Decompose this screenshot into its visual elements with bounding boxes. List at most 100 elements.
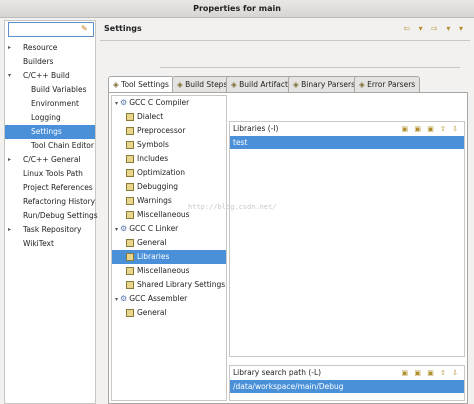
nav-item-run-debug-settings[interactable]: Run/Debug Settings [5,209,98,223]
option-category-icon [126,113,134,121]
tab-build-steps[interactable]: ◈ Build Steps [172,76,233,92]
tree-item-label: GCC C Linker [129,224,179,233]
nav-item-environment[interactable]: Environment [5,97,95,111]
tree-item-general[interactable]: General [112,306,226,320]
option-category-icon [126,267,134,275]
collapse-arrow-icon[interactable]: ▾ [115,226,118,233]
tree-item-label: Optimization [137,168,185,177]
tab-label: Tool Settings [121,80,169,89]
expand-arrow-icon[interactable]: ▸ [8,153,16,167]
tab-binary-parsers[interactable]: ◈ Binary Parsers [288,76,361,92]
tree-item-label: Symbols [137,140,169,149]
configuration-bar [160,50,460,68]
nav-item-tool-chain-editor[interactable]: Tool Chain Editor [5,139,95,153]
tree-item-miscellaneous[interactable]: Miscellaneous [112,264,226,278]
nav-item-c-c-general[interactable]: ▸ C/C++ General [5,153,95,167]
tree-item-label: General [137,238,167,247]
tree-item-label: Includes [137,154,169,163]
nav-item-label: Resource [23,43,58,52]
nav-item-label: Tool Chain Editor [31,141,94,150]
tab-build-artifact[interactable]: ◈ Build Artifact [226,76,293,92]
nav-item-label: Environment [31,99,79,108]
tree-item-symbols[interactable]: Symbols [112,138,226,152]
nav-item-label: Task Repository [23,225,82,234]
libraries-toolbar-icons[interactable]: ▣ ▣ ▣ ⇧ ⇩ [402,122,460,136]
nav-item-label: WikiText [23,239,54,248]
option-category-icon [126,239,134,247]
tree-item-general[interactable]: General [112,236,226,250]
nav-item-label: Run/Debug Settings [23,211,98,220]
tree-item-label: Preprocessor [137,126,186,135]
tree-item-label: Debugging [137,182,179,191]
collapse-arrow-icon[interactable]: ▾ [115,296,118,303]
tree-item-includes[interactable]: Includes [112,152,226,166]
library-search-path-label: Library search path (-L) [233,368,322,377]
nav-item-project-references[interactable]: Project References [5,181,95,195]
nav-item-label: C/C++ General [23,155,81,164]
header-divider [100,40,470,41]
nav-item-logging[interactable]: Logging [5,111,95,125]
list-item[interactable]: test [230,136,464,149]
nav-item-label: Refactoring History [23,197,96,206]
nav-item-build-variables[interactable]: Build Variables [5,83,95,97]
tab-icon: ◈ [293,80,302,89]
nav-item-task-repository[interactable]: ▸ Task Repository [5,223,95,237]
tab-icon: ◈ [359,80,368,89]
tree-item-optimization[interactable]: Optimization [112,166,226,180]
tab-icon: ◈ [177,80,186,89]
tree-item-label: General [137,308,167,317]
nav-item-label: C/C++ Build [23,71,70,80]
tree-item-gcc-assembler[interactable]: ▾ ⚙ GCC Assembler [112,292,226,306]
preferences-sidebar: ✎ ▸ Resource Builders ▾ C/C++ Build Build Var… [4,20,98,404]
tree-item-label: Miscellaneous [137,266,190,275]
option-category-icon [126,281,134,289]
nav-item-refactoring-history[interactable]: Refactoring History [5,195,95,209]
tree-item-gcc-c-compiler[interactable]: ▾ ⚙ GCC C Compiler [112,96,226,110]
tree-item-preprocessor[interactable]: Preprocessor [112,124,226,138]
library-search-path-toolbar-icons[interactable]: ▣ ▣ ▣ ⇧ ⇩ [402,366,460,380]
nav-item-settings[interactable]: Settings [5,125,95,139]
tree-item-gcc-c-linker[interactable]: ▾ ⚙ GCC C Linker [112,222,226,236]
option-category-icon [126,141,134,149]
option-category-icon [126,197,134,205]
nav-item-c-c-build[interactable]: ▾ C/C++ Build [5,69,95,83]
filter-input[interactable]: ✎ [8,22,94,37]
nav-item-label: Builders [23,57,54,66]
nav-item-label: Project References [23,183,93,192]
collapse-arrow-icon[interactable]: ▾ [115,100,118,107]
tree-item-label: Miscellaneous [137,210,190,219]
page-title: Settings [104,24,142,33]
option-category-icon [126,127,134,135]
tree-item-dialect[interactable]: Dialect [112,110,226,124]
tool-settings-tree: ▾ ⚙ GCC C Compiler Dialect Preprocessor Symbo… [111,95,227,401]
tree-item-debugging[interactable]: Debugging [112,180,226,194]
library-search-path-title: Library search path (-L) ▣ ▣ ▣ ⇧ ⇩ [230,366,464,380]
expand-arrow-icon[interactable]: ▾ [8,69,16,83]
watermark: http://blog.csdn.net/ [188,203,277,211]
tab-error-parsers[interactable]: ◈ Error Parsers [354,76,421,92]
tool-settings-panel: ▾ ⚙ GCC C Compiler Dialect Preprocessor Symbo… [108,92,468,404]
list-item[interactable]: /data/workspace/main/Debug [230,380,464,393]
tree-item-label: Libraries [137,252,170,261]
tree-item-shared-library-settings[interactable]: Shared Library Settings [112,278,226,292]
option-category-icon [126,169,134,177]
libraries-title: Libraries (-l) ▣ ▣ ▣ ⇧ ⇩ [230,122,464,136]
nav-item-linux-tools-path[interactable]: Linux Tools Path [5,167,95,181]
expand-arrow-icon[interactable]: ▸ [8,223,16,237]
nav-item-resource[interactable]: ▸ Resource [5,41,95,55]
preferences-nav: ▸ Resource Builders ▾ C/C++ Build Build Varia… [5,41,98,251]
clear-filter-icon[interactable]: ✎ [81,24,91,34]
nav-item-builders[interactable]: Builders [5,55,95,69]
expand-arrow-icon[interactable]: ▸ [8,41,16,55]
window-title: Properties for main [0,0,474,18]
tab-tool-settings[interactable]: ◈ Tool Settings [108,76,174,93]
libraries-list: Libraries (-l) ▣ ▣ ▣ ⇧ ⇩ test [229,121,465,357]
tool-gear-icon: ⚙ [120,294,128,303]
nav-item-wikitext[interactable]: WikiText [5,237,95,251]
nav-item-label: Logging [31,113,61,122]
history-navigation-icons[interactable]: ⇦ ▾ ⇨ ▾ ▾ [403,24,466,33]
settings-page: Settings ⇦ ▾ ⇨ ▾ ▾ ◈ Tool Settings ◈ Buil… [100,20,472,404]
nav-item-label: Linux Tools Path [23,169,83,178]
option-category-icon [126,253,134,261]
tree-item-libraries[interactable]: Libraries [112,250,226,264]
